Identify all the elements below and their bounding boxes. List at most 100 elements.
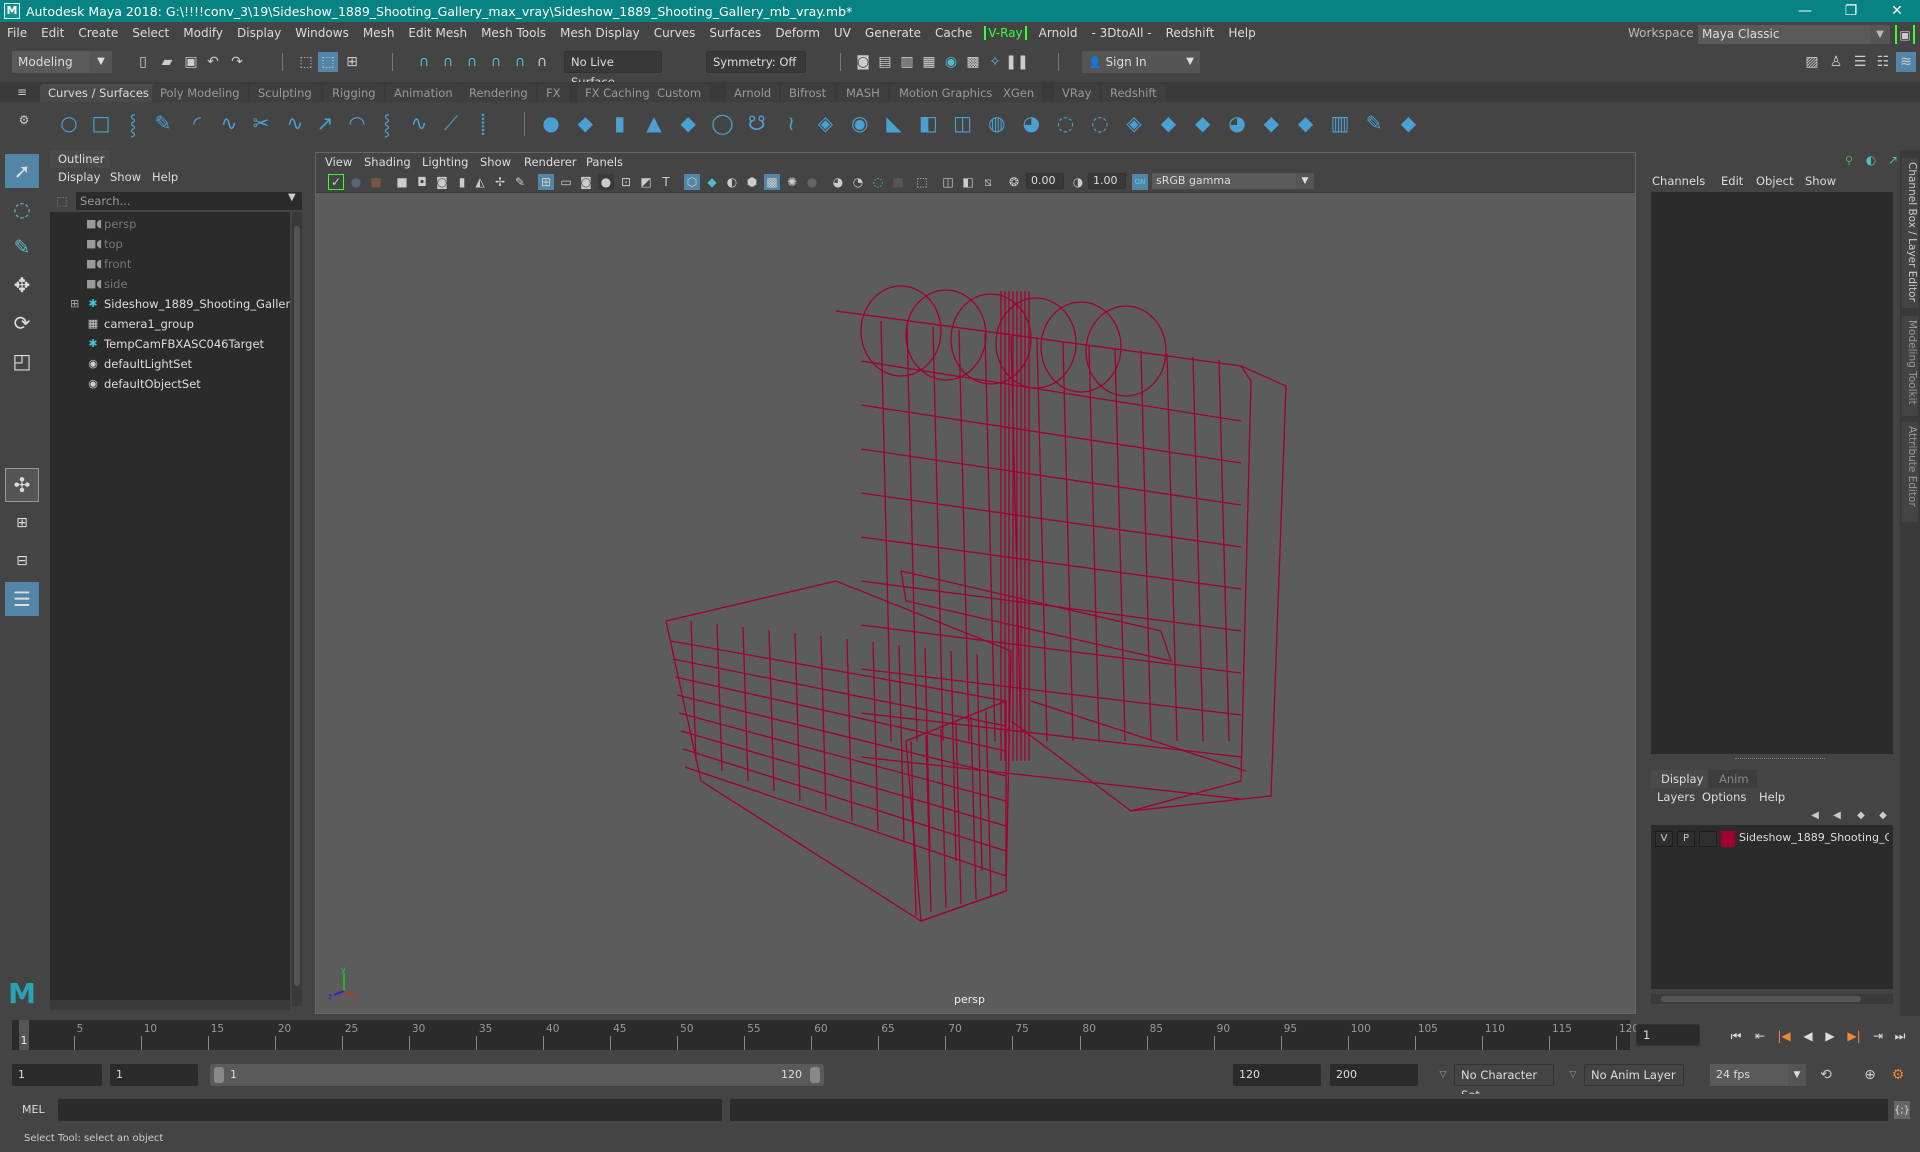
move-tool-icon[interactable]: ✥ [5,268,39,302]
viewport-menu-show[interactable]: Show [480,155,511,169]
viewport-menu-renderer[interactable]: Renderer [524,155,577,169]
lock-camera-icon[interactable]: ◘ [414,174,430,190]
outliner-layout-icon[interactable]: ☰ [5,582,39,616]
bookmark-icon[interactable]: ■ [368,174,384,190]
shelf-menu-icon[interactable]: ≡ [14,84,30,100]
arc-icon[interactable]: ◜ [184,110,210,136]
open-close-icon[interactable]: ◆ [1293,110,1319,136]
birail-icon[interactable]: ◣ [881,110,907,136]
select-by-hierarchy-icon[interactable]: ⬚ [296,52,316,72]
filter-icon[interactable]: ⬚ [54,192,70,210]
safe-action-icon[interactable]: ◩ [638,174,654,190]
rebuild-curve-icon[interactable]: ⸾ [374,110,400,136]
layers-menu[interactable]: Layers [1657,790,1695,804]
play-backwards-icon[interactable]: ◀ [1800,1028,1816,1044]
shadows-icon[interactable]: ● [804,174,820,190]
time-slider-bar[interactable]: 1 5 10 15 20 25 30 35 40 45 50 55 60 65 70 75 80 85 90 95 1… [12,1020,1639,1050]
color-management-toggle[interactable]: ON [1132,174,1148,190]
menu-edit-mesh[interactable]: Edit Mesh [401,26,474,40]
tab-layer-anim[interactable]: Anim [1709,770,1757,788]
nurbs-circle-icon[interactable]: ○ [56,110,82,136]
menu-create[interactable]: Create [71,26,125,40]
select-by-object-icon[interactable]: ⬚ [318,52,338,72]
xray-joints-icon[interactable]: ◫ [940,174,956,190]
bevel-icon[interactable]: ◍ [984,110,1010,136]
hypershade-icon[interactable]: ◉ [942,52,960,72]
anim-layer-select[interactable]: No Anim Layer [1584,1064,1684,1086]
wireframe-on-shaded-icon[interactable]: ⬢ [744,174,760,190]
xray-active-icon[interactable]: ◧ [960,174,976,190]
menu-modify[interactable]: Modify [176,26,230,40]
outliner-item[interactable]: ■◖ front [50,254,290,274]
bezier-icon[interactable]: ∿ [216,110,242,136]
outliner-item[interactable]: ✱ TempCamFBXASC046Target [50,334,290,354]
curve-cut-icon[interactable]: ✂ [248,110,274,136]
four-view-layout-icon[interactable]: ⊞ [5,506,39,540]
hyper-icon[interactable]: ↗ [1885,152,1901,168]
layer-options-menu[interactable]: Options [1702,790,1746,804]
boundary-icon[interactable]: ◧ [915,110,941,136]
menu-edit[interactable]: Edit [34,26,71,40]
snap-projected-icon[interactable]: ∩ [532,52,552,72]
go-to-end-icon[interactable]: ⏭ [1892,1028,1908,1044]
viewport-canvas[interactable]: y x z persp [316,193,1635,1015]
align-surface-icon[interactable]: ◆ [1396,110,1422,136]
xray-icon[interactable]: ▩ [764,174,780,190]
gate-mask-icon[interactable]: ● [598,174,614,190]
script-editor-icon[interactable]: {;} [1894,1101,1910,1119]
nurbs-cube-icon[interactable]: ◆ [572,110,598,136]
layer-help-menu[interactable]: Help [1759,790,1785,804]
speed-icon[interactable]: ◐ [1863,152,1879,168]
new-scene-icon[interactable]: ▯ [134,52,152,72]
outliner-item[interactable]: ■◖ side [50,274,290,294]
view-transform-select[interactable]: sRGB gamma ▼ [1152,173,1314,189]
animation-end-field[interactable]: 200 [1330,1064,1418,1086]
snap-live-icon[interactable]: ∩ [510,52,530,72]
current-frame-field[interactable]: 1 [1636,1024,1700,1046]
exposure-icon[interactable]: ❂ [1006,174,1022,190]
menu-arnold[interactable]: Arnold [1032,26,1085,40]
outliner-item[interactable]: ◉ defaultObjectSet [50,374,290,394]
gamma-icon[interactable]: ◑ [1070,174,1086,190]
workspace-lock-icon[interactable]: ▣ [1895,25,1915,45]
splitter-handle[interactable] [1735,758,1825,760]
use-all-lights-icon[interactable]: ✺ [784,174,800,190]
light-editor-icon[interactable]: ✧ [986,52,1004,72]
shelf-settings-icon[interactable]: ⚙ [16,112,32,128]
menu-surfaces[interactable]: Surfaces [702,26,768,40]
depth-of-field-icon[interactable]: ■ [890,174,906,190]
outliner-search-input[interactable]: Search... [76,192,302,210]
step-forward-key-icon[interactable]: ▶| [1846,1028,1862,1044]
shelf-tab-sculpting[interactable]: Sculpting [250,84,320,102]
chevron-down-icon[interactable]: ▼ [288,192,296,203]
range-slider-bar[interactable]: 1 120 [210,1064,824,1086]
command-language-toggle[interactable]: MEL [22,1103,45,1116]
menu-select[interactable]: Select [125,26,176,40]
go-to-start-icon[interactable]: ⏮ [1728,1028,1744,1044]
select-camera-icon[interactable]: ■ [394,174,410,190]
character-set-arrow-icon[interactable]: ▽ [1436,1068,1450,1082]
open-scene-icon[interactable]: ▰ [158,52,176,72]
revolve-icon[interactable]: ☋ [744,110,770,136]
maximize-button[interactable]: ❐ [1828,0,1874,22]
viewport-menu-panels[interactable]: Panels [586,155,623,169]
smooth-shade-icon[interactable]: ◆ [704,174,720,190]
paint-icon[interactable]: ✎ [512,174,528,190]
tab-attribute-editor[interactable]: Attribute Editor [1902,422,1918,522]
menu-mesh-display[interactable]: Mesh Display [553,26,647,40]
move-layer-down-icon[interactable]: ◀ [1829,808,1845,822]
channel-object-menu[interactable]: Object [1756,174,1793,188]
human-ik-icon[interactable]: ♙ [1826,52,1846,72]
isolate-select-icon[interactable]: ⬚ [914,174,930,190]
select-by-component-icon[interactable]: ⊞ [342,52,362,72]
animation-start-field[interactable]: 1 [12,1064,102,1086]
rotate-tool-icon[interactable]: ⟳ [5,306,39,340]
close-button[interactable]: ✕ [1874,0,1920,22]
anim-layer-arrow-icon[interactable]: ▽ [1566,1068,1580,1082]
layer-name[interactable]: Sideshow_1889_Shooting_Gal [1739,831,1889,844]
shelf-tab-animation[interactable]: Animation [386,84,461,102]
menu-generate[interactable]: Generate [858,26,928,40]
save-scene-icon[interactable]: ▣ [182,52,200,72]
two-d-pan-zoom-icon[interactable]: ◭ [472,174,488,190]
channels-menu[interactable]: Channels [1652,174,1705,188]
